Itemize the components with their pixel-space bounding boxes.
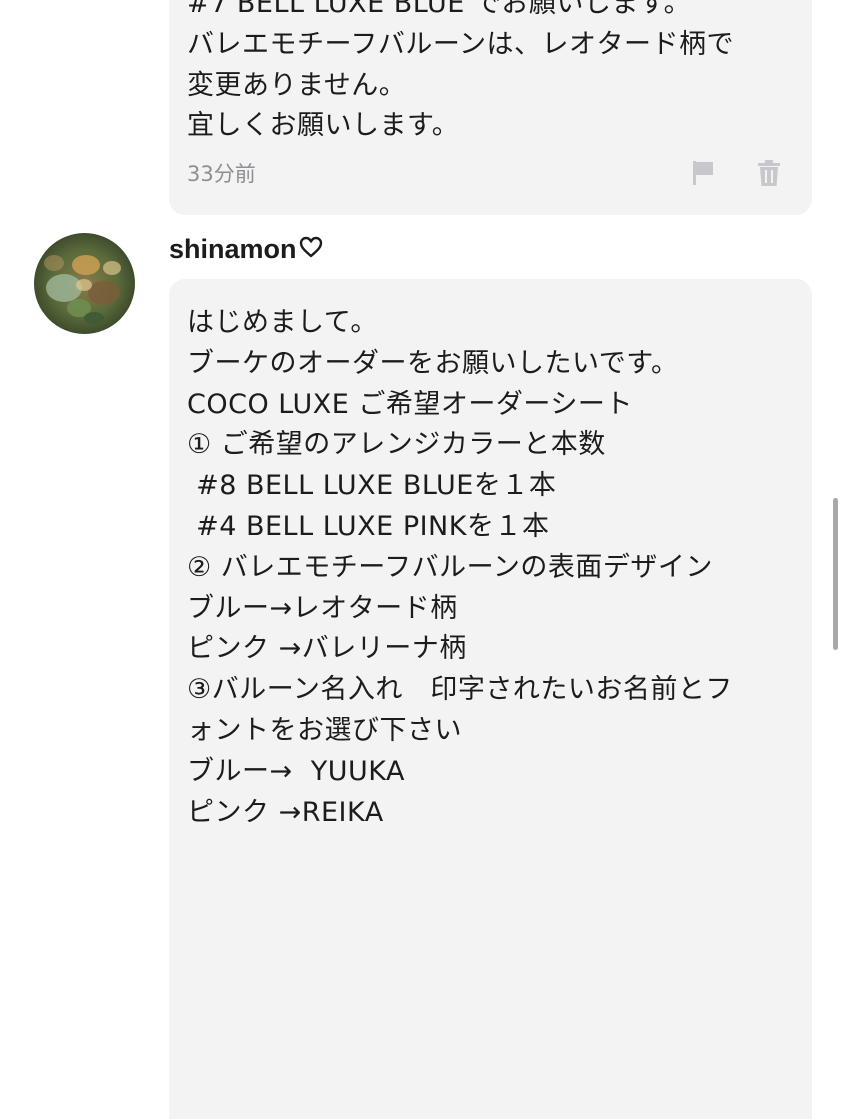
message-line: ① ご希望のアレンジカラーと本数 bbox=[187, 429, 606, 461]
avatar[interactable] bbox=[34, 233, 135, 334]
message-line: ォントをお選び下さい bbox=[187, 714, 462, 746]
username-text: shinamon bbox=[169, 234, 297, 264]
message-line: ピンク →バレリーナ柄 bbox=[187, 633, 467, 665]
message-text: はじめまして。 ブーケのオーダーをお願いしたいです。 COCO LUXE ご希望… bbox=[187, 303, 733, 833]
message-line: ブルー→レオタード柄 bbox=[187, 592, 458, 624]
heart-outline-icon bbox=[299, 234, 323, 265]
message-bubble: はじめまして。 ブーケのオーダーをお願いしたいです。 COCO LUXE ご希望… bbox=[169, 279, 812, 1119]
scrollbar[interactable] bbox=[833, 498, 838, 650]
message-line: ブルー→ YUUKA bbox=[187, 755, 406, 787]
trash-icon[interactable] bbox=[755, 158, 783, 188]
previous-message-bubble: #7 BELL LUXE BLUE でお願いします。 バレエモチーフバルーンは、… bbox=[169, 0, 812, 215]
message-line: ② バレエモチーフバルーンの表面デザイン bbox=[187, 551, 713, 583]
message-line: #8 BELL LUXE BLUEを１本 bbox=[187, 470, 557, 502]
message-line: COCO LUXE ご希望オーダーシート bbox=[187, 388, 633, 420]
message-line: #4 BELL LUXE PINKを１本 bbox=[187, 510, 550, 542]
message-line: ピンク →REIKA bbox=[187, 796, 384, 828]
message-line: はじめまして。 bbox=[187, 307, 378, 338]
message-line: バレエモチーフバルーンは、レオタード柄で bbox=[187, 28, 735, 60]
previous-message-text: #7 BELL LUXE BLUE でお願いします。 バレエモチーフバルーンは、… bbox=[187, 0, 734, 147]
message-line: 変更ありません。 bbox=[187, 69, 407, 101]
message-line: #7 BELL LUXE BLUE でお願いします。 bbox=[187, 0, 692, 19]
message-line: ③バルーン名入れ 印字されたいお名前とフ bbox=[187, 674, 733, 706]
message-line: ブーケのオーダーをお願いしたいです。 bbox=[187, 347, 679, 379]
flag-icon[interactable] bbox=[689, 158, 717, 188]
username[interactable]: shinamon bbox=[169, 234, 323, 265]
message-timestamp: 33分前 bbox=[187, 162, 256, 186]
message-line: 宜しくお願いします。 bbox=[187, 110, 460, 142]
